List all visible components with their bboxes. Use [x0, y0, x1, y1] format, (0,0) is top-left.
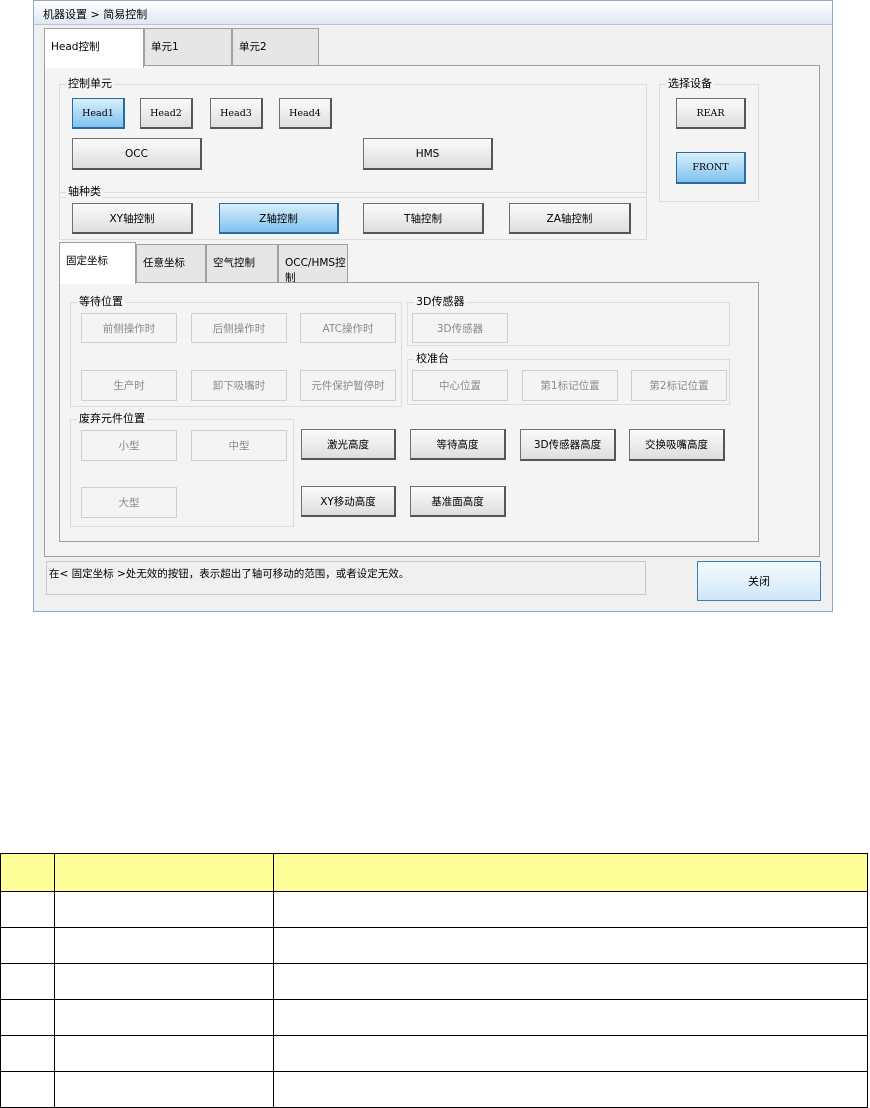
- medium-button[interactable]: 中型: [191, 430, 287, 461]
- table-cell: [0, 927, 55, 964]
- table-header-cell: [273, 853, 868, 892]
- production-button[interactable]: 生产时: [81, 370, 177, 401]
- table-cell: [54, 927, 274, 964]
- select-device-label: 选择设备: [666, 77, 714, 90]
- select-device-group: 选择设备 REAR FRONT: [659, 78, 759, 202]
- table-row: [0, 927, 868, 964]
- large-button[interactable]: 大型: [81, 487, 177, 518]
- wait-height-button[interactable]: 等待高度: [410, 429, 506, 460]
- sensor-3d-button[interactable]: 3D传感器: [412, 313, 508, 343]
- exchange-nozzle-height-button[interactable]: 交换吸嘴高度: [629, 429, 725, 461]
- table-cell: [273, 963, 868, 1000]
- head-control-panel: 控制单元 Head1 Head2 Head3 Head4 OCC HMS 轴种类…: [44, 65, 820, 557]
- table-header-row: [0, 853, 868, 892]
- head3-button[interactable]: Head3: [210, 98, 263, 129]
- wait-position-label: 等待位置: [77, 295, 125, 308]
- table-cell: [273, 891, 868, 928]
- z-axis-button[interactable]: Z轴控制: [219, 203, 339, 234]
- table-row: [0, 1035, 868, 1072]
- base-surface-height-button[interactable]: 基准面高度: [410, 486, 506, 517]
- sensor-3d-label: 3D传感器: [414, 295, 467, 308]
- tab-unit2[interactable]: 单元2: [232, 28, 319, 66]
- front-operation-button[interactable]: 前侧操作时: [81, 313, 177, 343]
- atc-operation-button[interactable]: ATC操作时: [300, 313, 396, 343]
- small-button[interactable]: 小型: [81, 430, 177, 461]
- tab-head-control[interactable]: Head控制: [44, 28, 144, 68]
- hms-button[interactable]: HMS: [363, 138, 493, 170]
- tab-unit1[interactable]: 单元1: [144, 28, 232, 66]
- table-row: [0, 1071, 868, 1108]
- status-message: 在< 固定坐标 >处无效的按钮，表示超出了轴可移动的范围，或者设定无效。: [46, 561, 646, 595]
- table-cell: [0, 1071, 55, 1108]
- subtab-any-coordinates[interactable]: 任意坐标: [136, 244, 206, 282]
- sensor-3d-group: 3D传感器 3D传感器: [407, 296, 730, 346]
- t-axis-button[interactable]: T轴控制: [363, 203, 484, 234]
- component-protect-pause-button[interactable]: 元件保护暂停时: [300, 370, 396, 401]
- first-mark-position-button[interactable]: 第1标记位置: [522, 370, 618, 401]
- table-cell: [0, 963, 55, 1000]
- table-cell: [54, 1071, 274, 1108]
- table-cell: [273, 999, 868, 1036]
- table-cell: [273, 1071, 868, 1108]
- laser-height-button[interactable]: 激光高度: [301, 429, 396, 460]
- simple-control-window: 机器设置 > 简易控制 Head控制 单元1 单元2 控制单元 Head1 He…: [33, 0, 833, 612]
- table-cell: [0, 891, 55, 928]
- table-cell: [54, 999, 274, 1036]
- discard-position-label: 废弃元件位置: [77, 412, 147, 425]
- head4-button[interactable]: Head4: [279, 98, 332, 129]
- subtab-fixed-coordinates[interactable]: 固定坐标: [59, 242, 136, 284]
- table-cell: [0, 1035, 55, 1072]
- remove-nozzle-button[interactable]: 卸下吸嘴时: [191, 370, 287, 401]
- description-table: [0, 853, 868, 1108]
- rear-operation-button[interactable]: 后侧操作时: [191, 313, 287, 343]
- table-cell: [273, 927, 868, 964]
- wait-position-group: 等待位置 前侧操作时 后侧操作时 ATC操作时 生产时 卸下吸嘴时 元件保护暂停…: [70, 296, 402, 407]
- center-position-button[interactable]: 中心位置: [412, 370, 508, 401]
- table-cell: [54, 891, 274, 928]
- table-row: [0, 999, 868, 1036]
- axis-type-label: 轴种类: [66, 185, 103, 198]
- rear-button[interactable]: REAR: [676, 98, 746, 129]
- table-cell: [54, 1035, 274, 1072]
- control-unit-group: 控制单元 Head1 Head2 Head3 Head4 OCC HMS: [59, 78, 647, 198]
- calibration-stage-group: 校准台 中心位置 第1标记位置 第2标记位置: [407, 353, 730, 405]
- second-mark-position-button[interactable]: 第2标记位置: [631, 370, 727, 401]
- calibration-stage-label: 校准台: [414, 352, 451, 365]
- close-button[interactable]: 关闭: [697, 561, 821, 601]
- xy-axis-button[interactable]: XY轴控制: [72, 203, 193, 234]
- head2-button[interactable]: Head2: [140, 98, 193, 129]
- breadcrumb: 机器设置 > 简易控制: [34, 1, 832, 25]
- axis-type-group: 轴种类 XY轴控制 Z轴控制 T轴控制 ZA轴控制: [59, 186, 647, 240]
- front-button[interactable]: FRONT: [676, 152, 746, 184]
- fixed-coordinates-panel: 等待位置 前侧操作时 后侧操作时 ATC操作时 生产时 卸下吸嘴时 元件保护暂停…: [59, 282, 759, 542]
- head1-button[interactable]: Head1: [72, 98, 125, 129]
- za-axis-button[interactable]: ZA轴控制: [509, 203, 631, 234]
- table-header-cell: [0, 853, 55, 892]
- control-unit-label: 控制单元: [66, 77, 114, 90]
- subtab-occ-hms-control[interactable]: OCC/HMS控制: [278, 244, 348, 284]
- subtab-air-control[interactable]: 空气控制: [206, 244, 278, 282]
- occ-button[interactable]: OCC: [72, 138, 202, 170]
- sensor-3d-height-button[interactable]: 3D传感器高度: [520, 429, 616, 461]
- table-row: [0, 963, 868, 1000]
- table-header-cell: [54, 853, 274, 892]
- table-row: [0, 891, 868, 928]
- discard-position-group: 废弃元件位置 小型 中型 大型: [70, 413, 294, 527]
- table-cell: [54, 963, 274, 1000]
- xy-move-height-button[interactable]: XY移动高度: [301, 486, 396, 517]
- table-cell: [273, 1035, 868, 1072]
- table-cell: [0, 999, 55, 1036]
